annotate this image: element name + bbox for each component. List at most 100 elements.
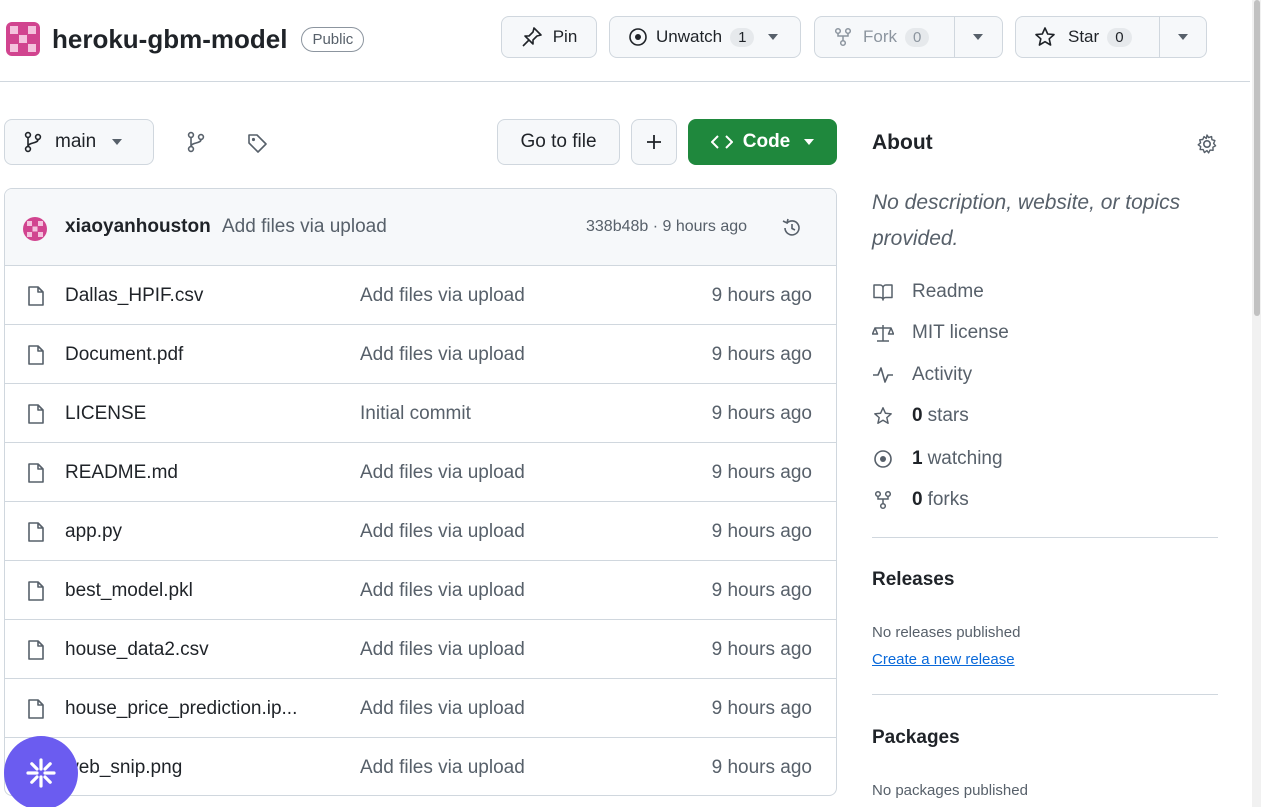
forks-link[interactable]: 0 forks <box>872 489 969 511</box>
branch-selector[interactable]: main <box>4 119 154 165</box>
star-counter: 0 <box>1107 27 1132 47</box>
stars-label: stars <box>927 405 969 426</box>
fork-counter: 0 <box>905 27 930 47</box>
file-commit-message[interactable]: Add files via upload <box>360 285 525 307</box>
packages-heading[interactable]: Packages <box>872 727 960 749</box>
file-name[interactable]: house_data2.csv <box>65 639 209 661</box>
file-name[interactable]: Dallas_HPIF.csv <box>65 285 203 307</box>
releases-heading[interactable]: Releases <box>872 569 954 591</box>
file-name[interactable]: LICENSE <box>65 403 146 425</box>
scrollbar-thumb[interactable] <box>1254 0 1260 316</box>
file-icon <box>28 581 44 601</box>
file-commit-message[interactable]: Add files via upload <box>360 698 525 720</box>
readme-link[interactable]: Readme <box>872 281 984 303</box>
file-row[interactable]: house_data2.csv Add files via upload 9 h… <box>5 620 836 679</box>
file-commit-message[interactable]: Add files via upload <box>360 521 525 543</box>
fork-icon <box>874 490 892 510</box>
latest-commit-bar: xiaoyanhouston Add files via upload 338b… <box>5 189 836 266</box>
repo-owner-avatar[interactable] <box>6 22 40 56</box>
file-name[interactable]: web_snip.png <box>65 757 182 779</box>
commit-message[interactable]: Add files via upload <box>222 216 387 238</box>
releases-empty-text: No releases published <box>872 624 1021 641</box>
file-icon <box>28 286 44 306</box>
fork-icon <box>834 27 852 47</box>
file-row[interactable]: LICENSE Initial commit 9 hours ago <box>5 384 836 443</box>
file-icon <box>28 522 44 542</box>
assistant-button[interactable] <box>4 736 78 807</box>
activity-link[interactable]: Activity <box>872 364 972 386</box>
fork-button-group: Fork 0 <box>814 16 1003 58</box>
license-link[interactable]: MIT license <box>872 322 1009 344</box>
unwatch-label: Unwatch <box>656 27 723 46</box>
watching-count: 1 <box>912 448 923 469</box>
file-row[interactable]: Document.pdf Add files via upload 9 hour… <box>5 325 836 384</box>
file-name[interactable]: Document.pdf <box>65 344 183 366</box>
packages-empty-text: No packages published <box>872 782 1028 799</box>
fork-label: Fork <box>863 27 897 46</box>
file-row[interactable]: best_model.pkl Add files via upload 9 ho… <box>5 561 836 620</box>
file-row[interactable]: web_snip.png Add files via upload 9 hour… <box>5 738 836 795</box>
file-commit-time: 9 hours ago <box>711 403 812 424</box>
star-button[interactable]: Star 0 <box>1016 17 1159 57</box>
commit-meta[interactable]: 338b48b · 9 hours ago <box>586 218 747 236</box>
file-commit-time: 9 hours ago <box>711 462 812 483</box>
file-commit-time: 9 hours ago <box>711 639 812 660</box>
file-commit-time: 9 hours ago <box>711 698 812 719</box>
commit-author[interactable]: xiaoyanhouston <box>65 216 211 238</box>
code-icon <box>710 135 733 149</box>
divider <box>872 537 1218 538</box>
file-commit-time: 9 hours ago <box>711 521 812 542</box>
pin-icon <box>522 27 542 47</box>
file-commit-message[interactable]: Add files via upload <box>360 462 525 484</box>
file-row[interactable]: house_price_prediction.ip... Add files v… <box>5 679 836 738</box>
star-label: Star <box>1068 27 1100 46</box>
file-commit-message[interactable]: Add files via upload <box>360 344 525 366</box>
file-commit-time: 9 hours ago <box>711 580 812 601</box>
file-commit-message[interactable]: Add files via upload <box>360 757 525 779</box>
fork-button[interactable]: Fork 0 <box>815 17 954 57</box>
chevron-down-icon <box>768 34 779 40</box>
file-icon <box>28 640 44 660</box>
code-button[interactable]: Code <box>688 119 837 165</box>
fork-dropdown[interactable] <box>955 17 1002 57</box>
scale-icon <box>872 325 894 342</box>
go-to-file-button[interactable]: Go to file <box>497 119 620 165</box>
star-dropdown[interactable] <box>1160 17 1206 57</box>
watching-link[interactable]: 1 watching <box>872 448 1003 470</box>
repo-name[interactable]: heroku-gbm-model <box>52 24 287 55</box>
file-commit-message[interactable]: Initial commit <box>360 403 471 425</box>
branch-name: main <box>55 131 97 152</box>
file-row[interactable]: app.py Add files via upload 9 hours ago <box>5 502 836 561</box>
repo-title: heroku-gbm-model Public <box>6 22 365 56</box>
activity-label: Activity <box>912 364 973 385</box>
stars-link[interactable]: 0 stars <box>872 405 969 427</box>
file-commit-message[interactable]: Add files via upload <box>360 639 525 661</box>
star-button-group: Star 0 <box>1015 16 1207 58</box>
file-name[interactable]: README.md <box>65 462 178 484</box>
stars-count: 0 <box>912 405 923 426</box>
file-icon <box>28 345 44 365</box>
unwatch-button[interactable]: Unwatch 1 <box>609 16 801 58</box>
file-row[interactable]: README.md Add files via upload 9 hours a… <box>5 443 836 502</box>
pin-button[interactable]: Pin <box>501 16 597 58</box>
sparkle-icon <box>26 758 56 788</box>
plus-icon <box>647 135 661 149</box>
file-commit-time: 9 hours ago <box>711 344 812 365</box>
file-commit-message[interactable]: Add files via upload <box>360 580 525 602</box>
pulse-icon <box>873 367 893 383</box>
author-avatar[interactable] <box>23 217 47 241</box>
file-name[interactable]: app.py <box>65 521 122 543</box>
chevron-down-icon <box>973 34 984 40</box>
add-file-button[interactable] <box>631 119 677 165</box>
create-release-link[interactable]: Create a new release <box>872 651 1015 668</box>
file-name[interactable]: house_price_prediction.ip... <box>65 698 297 720</box>
branches-icon[interactable] <box>186 131 206 153</box>
file-row[interactable]: Dallas_HPIF.csv Add files via upload 9 h… <box>5 266 836 325</box>
about-heading: About <box>872 131 933 154</box>
gear-icon[interactable] <box>1196 133 1218 155</box>
file-name[interactable]: best_model.pkl <box>65 580 193 602</box>
history-icon[interactable] <box>781 217 803 239</box>
star-icon <box>1035 27 1055 46</box>
file-commit-time: 9 hours ago <box>711 285 812 306</box>
tag-icon[interactable] <box>246 132 268 154</box>
